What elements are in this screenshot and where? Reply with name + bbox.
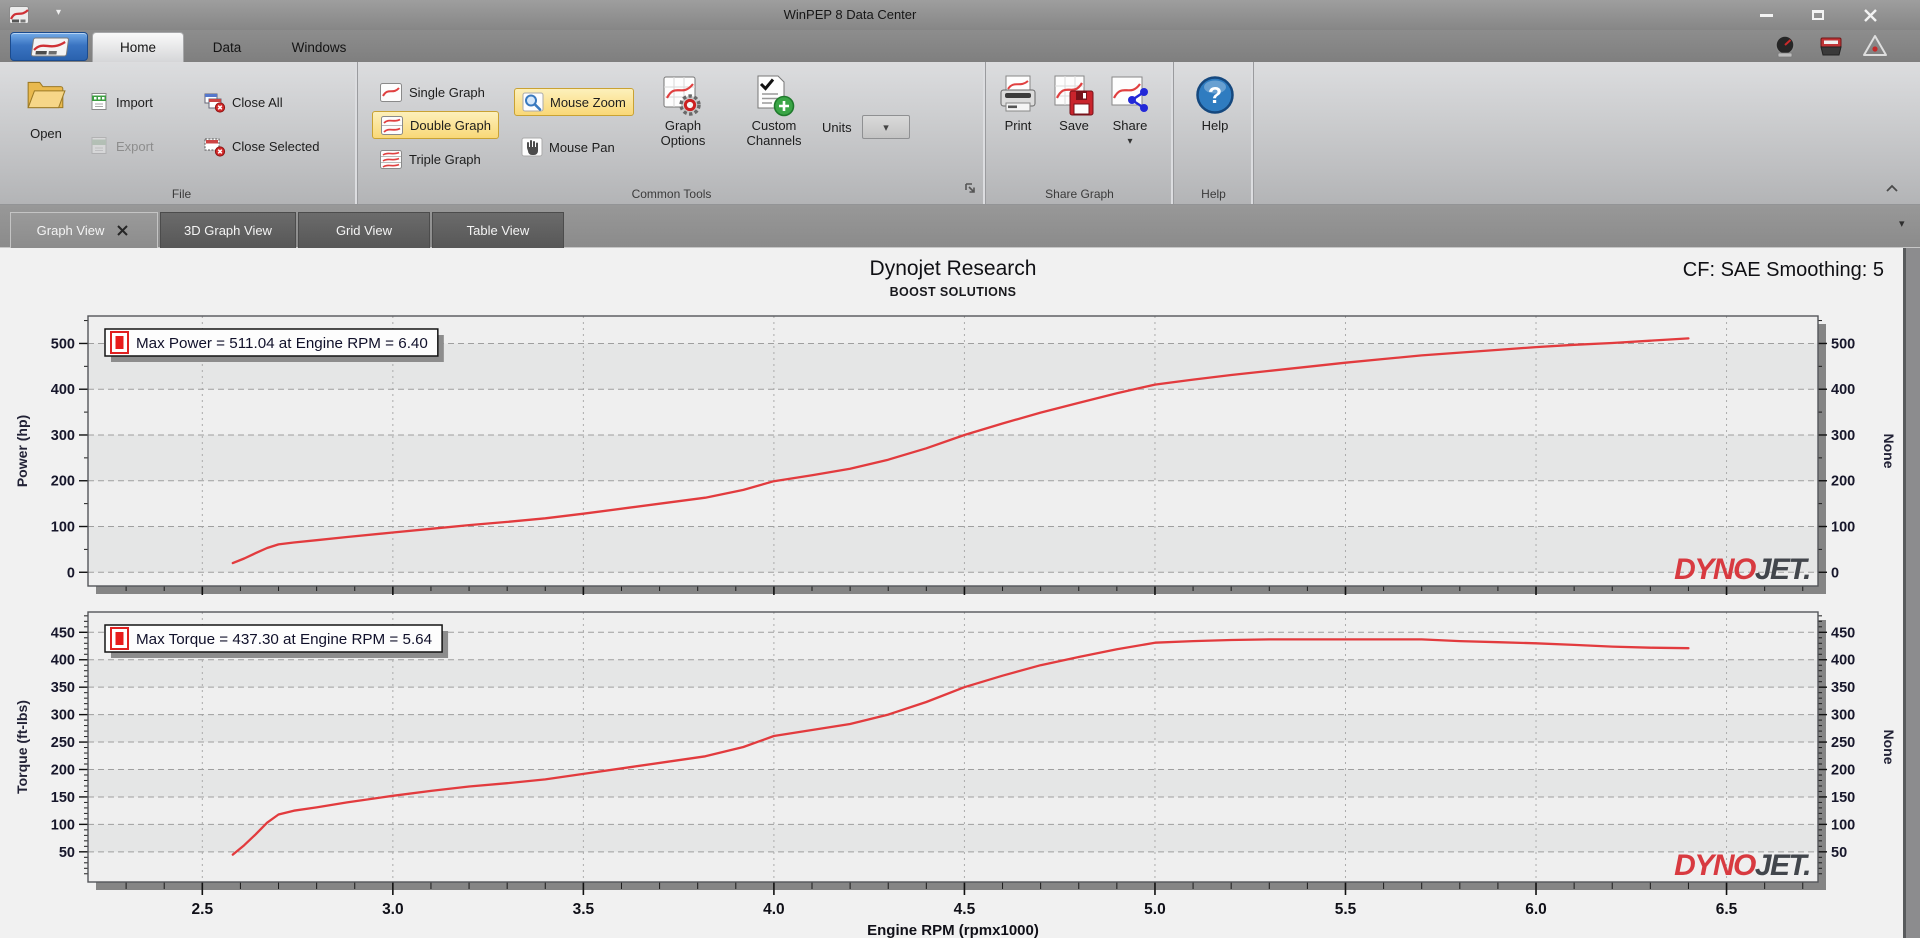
svg-text:400: 400 (51, 382, 75, 398)
torque-y-axis-title: Torque (ft-lbs) (14, 700, 30, 794)
svg-text:400: 400 (1831, 382, 1855, 398)
dyno-charts: 0 0 100 100 200 200 300 300 400 400 500 500 Power (h… (14, 315, 1897, 938)
svg-text:200: 200 (1831, 474, 1855, 490)
x-axis-title: Engine RPM (rpmx1000) (867, 922, 1039, 938)
torque-right-axis-title: None (1881, 730, 1897, 765)
svg-text:350: 350 (51, 680, 75, 696)
svg-text:450: 450 (1831, 625, 1855, 641)
svg-text:4.0: 4.0 (763, 901, 785, 918)
svg-text:6.0: 6.0 (1525, 901, 1547, 918)
chart-power: 0 0 100 100 200 200 300 300 400 400 500 500 Power (h… (14, 315, 1897, 595)
svg-text:300: 300 (1831, 428, 1855, 444)
svg-text:350: 350 (1831, 680, 1855, 696)
svg-text:50: 50 (59, 845, 75, 861)
torque-legend: Max Torque = 437.30 at Engine RPM = 5.64 (104, 624, 449, 658)
svg-text:150: 150 (51, 790, 75, 806)
svg-text:3.0: 3.0 (382, 901, 404, 918)
svg-text:450: 450 (51, 625, 75, 641)
svg-text:250: 250 (1831, 735, 1855, 751)
svg-text:400: 400 (1831, 653, 1855, 669)
winpep-window: ▾ WinPEP 8 Data Center Home Data Windows (0, 0, 1920, 938)
svg-text:200: 200 (51, 474, 75, 490)
svg-text:400: 400 (51, 653, 75, 669)
svg-text:100: 100 (1831, 520, 1855, 536)
svg-text:300: 300 (51, 708, 75, 724)
vertical-scrollbar[interactable] (1906, 248, 1920, 938)
svg-text:300: 300 (1831, 708, 1855, 724)
svg-text:250: 250 (51, 735, 75, 751)
svg-text:4.5: 4.5 (954, 901, 976, 918)
svg-text:100: 100 (1831, 817, 1855, 833)
svg-text:100: 100 (51, 817, 75, 833)
svg-text:150: 150 (1831, 790, 1855, 806)
svg-text:Max Torque = 437.30 at Engine: Max Torque = 437.30 at Engine RPM = 5.64 (136, 631, 432, 648)
dynojet-watermark: DYNOJET. (1674, 849, 1810, 882)
svg-text:0: 0 (67, 565, 75, 581)
svg-text:100: 100 (51, 520, 75, 536)
svg-text:200: 200 (1831, 763, 1855, 779)
svg-text:5.0: 5.0 (1144, 901, 1166, 918)
svg-text:Max Power = 511.04 at Engine R: Max Power = 511.04 at Engine RPM = 6.40 (136, 335, 428, 352)
dynojet-watermark: DYNOJET. (1674, 553, 1810, 586)
power-right-axis-title: None (1881, 434, 1897, 469)
power-y-axis-title: Power (hp) (14, 415, 30, 487)
svg-text:2.5: 2.5 (192, 901, 214, 918)
chart-torque: 50 50 100 100 150 150 200 200 250 250 300 300 350 350… (14, 611, 1897, 938)
svg-text:200: 200 (51, 763, 75, 779)
svg-text:3.5: 3.5 (573, 901, 595, 918)
svg-text:0: 0 (1831, 565, 1839, 581)
svg-text:500: 500 (51, 336, 75, 352)
svg-text:300: 300 (51, 428, 75, 444)
power-legend: Max Power = 511.04 at Engine RPM = 6.40 (104, 328, 444, 362)
svg-text:5.5: 5.5 (1335, 901, 1357, 918)
svg-text:50: 50 (1831, 845, 1847, 861)
svg-text:6.5: 6.5 (1716, 901, 1738, 918)
svg-text:500: 500 (1831, 336, 1855, 352)
